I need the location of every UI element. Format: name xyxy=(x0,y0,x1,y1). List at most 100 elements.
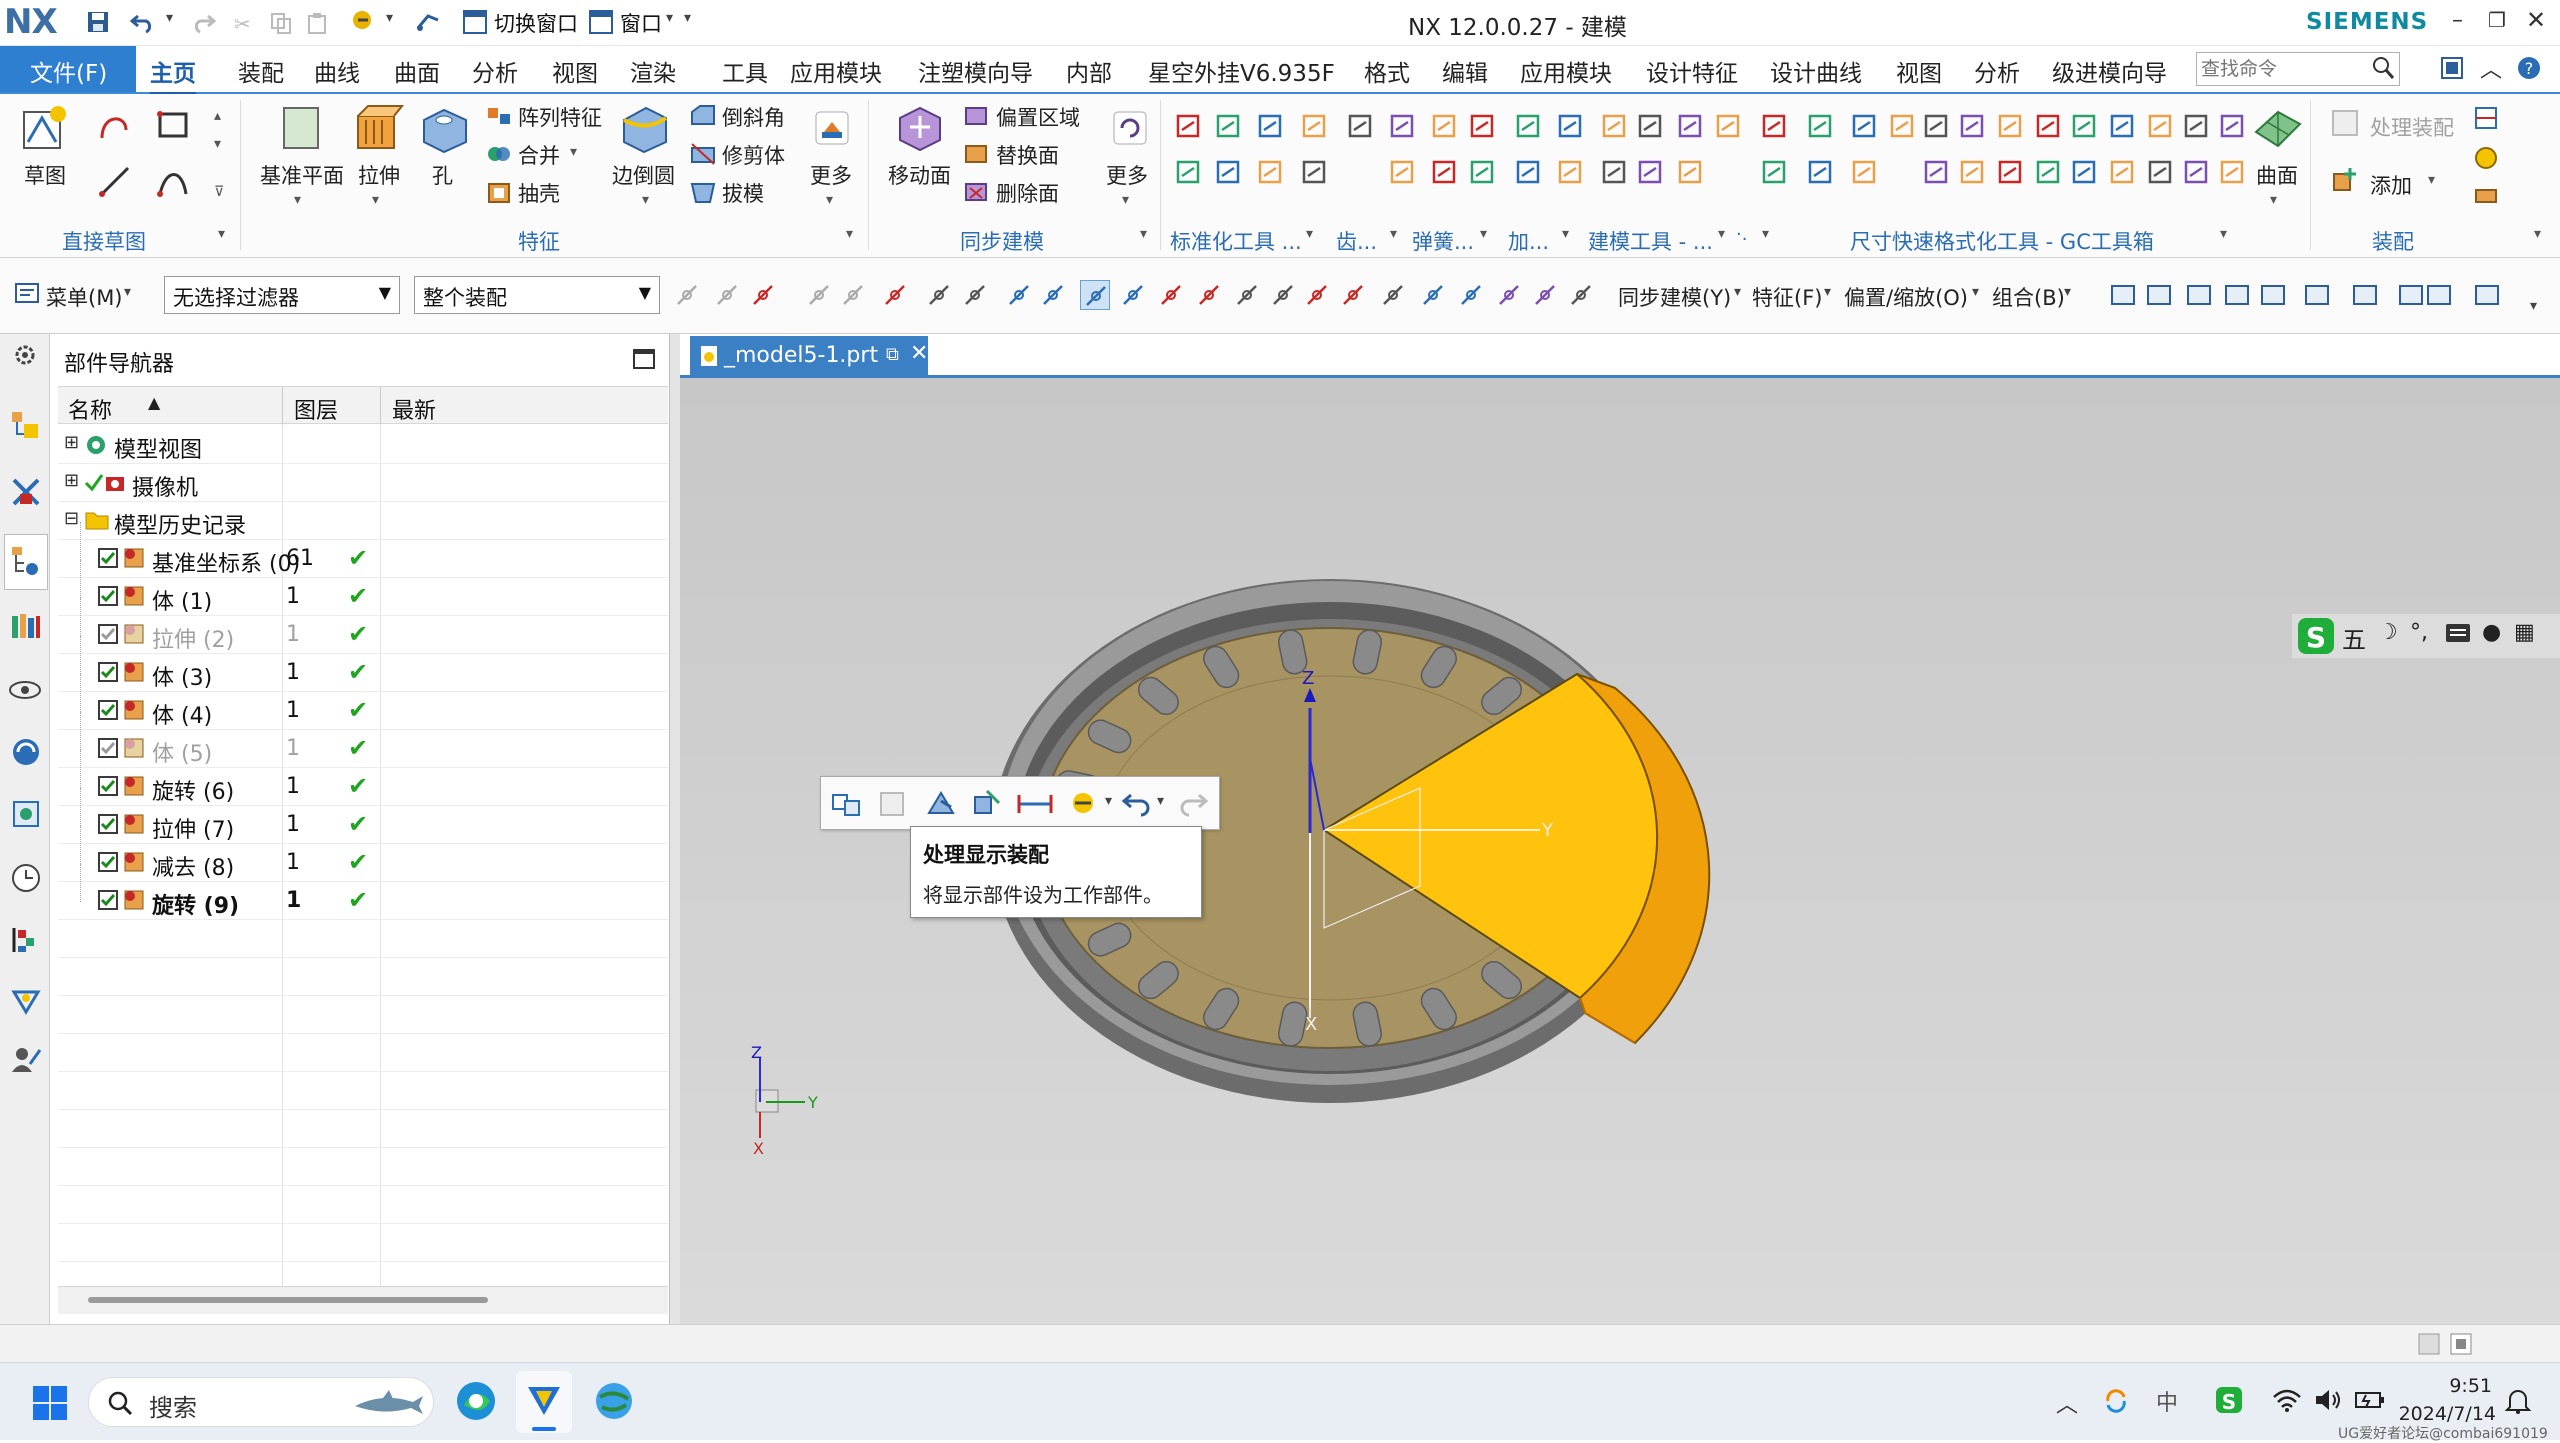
tree-row[interactable]: 体 (1) 1 ✔ xyxy=(58,560,668,616)
edge-blend-dropdown-icon[interactable]: ▾ xyxy=(642,192,649,208)
edge-blend-button[interactable]: 边倒圆 xyxy=(612,160,675,190)
ribbon-tab[interactable]: 分析 xyxy=(1974,54,2020,88)
clock-time[interactable]: 9:51 xyxy=(2400,1375,2492,1397)
selection-filter-dropdown[interactable]: 无选择过滤器 ▼ xyxy=(164,276,400,314)
assembly-navigator-icon[interactable] xyxy=(10,410,42,442)
shell-button[interactable]: 抽壳 xyxy=(518,178,560,208)
snap-point-icon[interactable] xyxy=(804,280,834,310)
view-tool-icon[interactable] xyxy=(2472,280,2502,310)
snap-point-icon[interactable] xyxy=(1156,280,1186,310)
extrude-button[interactable]: 拉伸 xyxy=(358,160,400,190)
column-header-name[interactable]: 名称 xyxy=(68,393,112,425)
window-menu-button[interactable]: 窗口 xyxy=(620,8,662,38)
arc-icon[interactable] xyxy=(156,164,190,198)
sync-menu-dropdown-icon[interactable]: ▾ xyxy=(1734,284,1741,300)
sync-modeling-menu[interactable]: 同步建模(Y) xyxy=(1618,282,1731,312)
collapse-icon[interactable]: ⊟ xyxy=(64,508,79,529)
hole-icon[interactable] xyxy=(420,104,470,154)
trim-body-button[interactable]: 修剪体 xyxy=(722,140,785,170)
notification-bell-icon[interactable] xyxy=(2504,1385,2532,1415)
model-tool-b-icon[interactable] xyxy=(1600,112,1628,140)
snap-point-icon[interactable] xyxy=(1338,280,1368,310)
palette-icon[interactable] xyxy=(10,798,42,830)
feature-checkbox[interactable] xyxy=(98,776,118,796)
make-work-part-icon[interactable] xyxy=(877,789,909,819)
column-header-latest[interactable]: 最新 xyxy=(392,393,436,425)
move-face-icon[interactable] xyxy=(894,102,946,154)
snap-point-icon[interactable] xyxy=(712,280,742,310)
view-tool-icon[interactable] xyxy=(2396,280,2426,310)
add-component-icon[interactable] xyxy=(2330,164,2360,194)
constraint-navigator-icon[interactable] xyxy=(10,476,42,508)
wifi-icon[interactable] xyxy=(2272,1387,2302,1413)
gear-tool-b-icon[interactable] xyxy=(1958,112,1986,140)
battery-icon[interactable] xyxy=(2354,1387,2386,1413)
more-sync-button[interactable]: 更多 xyxy=(1106,160,1148,190)
feature-menu-dropdown-icon[interactable]: ▾ xyxy=(1824,284,1831,300)
ribbon-tab[interactable]: 星空外挂V6.935F xyxy=(1148,54,1335,88)
pattern-feature-button[interactable]: 阵列特征 xyxy=(518,102,602,132)
snap-point-icon[interactable] xyxy=(1494,280,1524,310)
snap-point-icon[interactable] xyxy=(1194,280,1224,310)
tree-row[interactable]: ⊟ 模型历史记录 xyxy=(58,502,668,540)
delete-face-button[interactable]: 删除面 xyxy=(996,178,1059,208)
pattern-feature-icon[interactable] xyxy=(486,104,512,128)
copy-icon[interactable] xyxy=(270,12,292,34)
redo-icon[interactable] xyxy=(190,10,216,34)
file-menu-button[interactable]: 文件(F) xyxy=(0,46,136,92)
add-group-dropdown-icon[interactable]: ▾ xyxy=(1562,226,1569,242)
selection-scope-dropdown[interactable]: 整个装配 ▼ xyxy=(414,276,660,314)
view-tool-icon[interactable] xyxy=(2108,280,2138,310)
model-tools-overflow-icon[interactable]: ·. xyxy=(1736,224,1747,245)
view-tool-icon[interactable] xyxy=(2302,280,2332,310)
direct-sketch-dropdown-icon[interactable]: ▾ xyxy=(218,226,225,242)
more-features-dropdown-icon[interactable]: ▾ xyxy=(826,192,833,208)
snap-point-icon[interactable] xyxy=(1004,280,1034,310)
std-part-c-icon[interactable] xyxy=(1256,112,1284,140)
command-search-box[interactable] xyxy=(2196,52,2400,86)
snap-point-icon[interactable] xyxy=(880,280,910,310)
dim-tool-icon[interactable] xyxy=(1760,112,1788,140)
spring-tool-b-icon[interactable] xyxy=(2034,158,2062,186)
replace-face-button[interactable]: 替换面 xyxy=(996,140,1059,170)
draft-button[interactable]: 拔模 xyxy=(722,178,764,208)
add-tool-icon[interactable] xyxy=(2070,158,2098,186)
sync-group-dropdown-icon[interactable]: ▾ xyxy=(1140,226,1147,242)
switch-window-button[interactable]: 切换窗口 xyxy=(494,8,578,38)
tray-sogou-icon[interactable]: S xyxy=(2214,1385,2244,1415)
std-part-c-icon[interactable] xyxy=(1888,112,1916,140)
sogou-logo-icon[interactable]: S xyxy=(2296,616,2336,656)
standard-part-icon[interactable] xyxy=(1174,112,1202,140)
snap-point-icon[interactable] xyxy=(672,280,702,310)
measure-distance-icon[interactable] xyxy=(1017,791,1053,817)
mini-undo-icon[interactable] xyxy=(1121,789,1153,817)
snap-point-icon[interactable] xyxy=(1232,280,1262,310)
model-tool-b-icon[interactable] xyxy=(2182,158,2210,186)
sketch-icon[interactable] xyxy=(18,102,70,154)
unite-icon[interactable] xyxy=(486,142,512,166)
feature-menu[interactable]: 特征(F) xyxy=(1752,282,1822,312)
std-part-b-icon[interactable] xyxy=(1214,112,1242,140)
ribbon-tab[interactable]: 内部 xyxy=(1066,54,1112,88)
model-tool-d-icon[interactable] xyxy=(1676,112,1704,140)
process-studio-icon[interactable] xyxy=(10,984,42,1016)
cut-icon[interactable]: ✂ xyxy=(234,12,251,36)
add-tool-icon[interactable] xyxy=(1468,158,1496,186)
feature-checkbox[interactable] xyxy=(98,852,118,872)
roles-icon[interactable] xyxy=(10,1044,42,1076)
more-features-icon[interactable] xyxy=(812,108,852,148)
dim-format-dropdown-icon[interactable]: ▾ xyxy=(2220,226,2227,242)
view-tool-icon[interactable] xyxy=(2144,280,2174,310)
menu-dropdown-icon[interactable]: ▾ xyxy=(124,284,131,300)
more-sync-icon[interactable] xyxy=(1110,108,1150,148)
show-hide-dropdown-icon[interactable]: ▾ xyxy=(1105,793,1112,809)
navigator-scrollbar[interactable] xyxy=(58,1286,668,1314)
more-features-button[interactable]: 更多 xyxy=(810,160,852,190)
assembly-tool-icon[interactable] xyxy=(2472,182,2500,210)
ribbon-tab[interactable]: 视图 xyxy=(1896,54,1942,88)
spring-tool-icon[interactable] xyxy=(1996,112,2024,140)
tree-row[interactable]: 体 (4) 1 ✔ xyxy=(58,674,668,730)
datum-plane-icon[interactable] xyxy=(274,102,326,154)
extrude-icon[interactable] xyxy=(352,102,404,154)
ime-grid-icon[interactable]: ▦ xyxy=(2514,620,2535,645)
